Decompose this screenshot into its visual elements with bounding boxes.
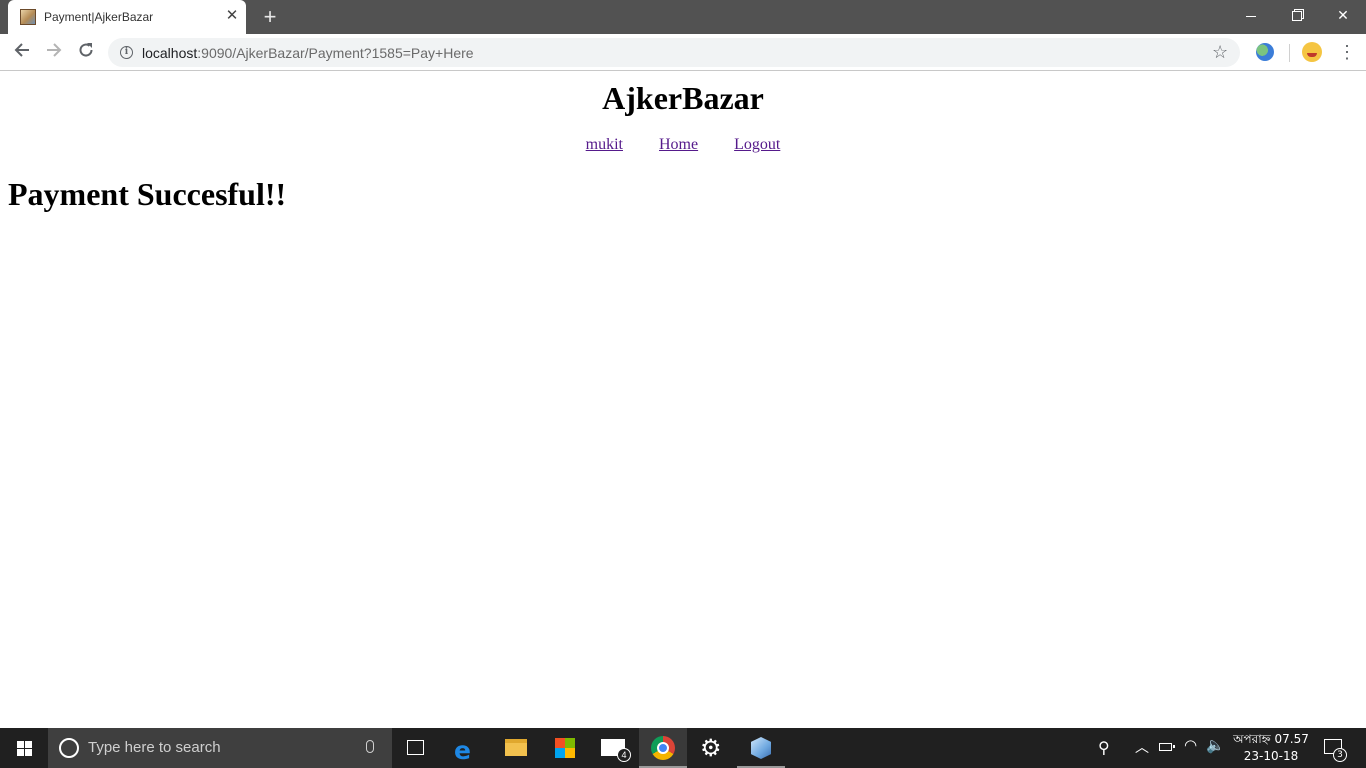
nav-link-home[interactable]: Home (659, 136, 698, 153)
tab-title: Payment|AjkerBazar (44, 10, 154, 24)
volume-icon[interactable]: 🔈 (1206, 736, 1225, 754)
address-bar[interactable]: i localhost:9090/AjkerBazar/Payment?1585… (108, 38, 1240, 67)
store-button[interactable] (541, 728, 589, 768)
cortana-icon (59, 738, 79, 758)
close-window-button[interactable]: ✕ (1320, 0, 1366, 30)
browser-tab[interactable]: Payment|AjkerBazar ✕ (8, 0, 246, 34)
start-button[interactable] (0, 728, 48, 768)
people-icon[interactable]: ⚲ (1098, 738, 1110, 757)
site-title: AjkerBazar (602, 80, 764, 116)
settings-button[interactable]: ⚙ (688, 728, 736, 768)
forward-button[interactable] (42, 40, 66, 64)
clock[interactable]: অপরাহ্ন 07.57 23-10-18 (1228, 731, 1314, 765)
forward-icon (47, 43, 62, 57)
reload-button[interactable] (74, 40, 98, 64)
edge-icon: e (454, 736, 471, 765)
minimize-icon (1246, 15, 1256, 17)
mail-button[interactable]: 4 (590, 728, 638, 768)
nav-link-user[interactable]: mukit (586, 136, 623, 153)
url-host: localhost (142, 45, 198, 61)
store-icon (555, 738, 575, 758)
task-view-button[interactable] (392, 728, 440, 768)
profile-avatar[interactable] (1302, 42, 1322, 62)
chevron-up-icon[interactable]: ︿ (1135, 737, 1149, 757)
file-explorer-button[interactable] (492, 728, 540, 768)
taskbar: Type here to search e 4 ⚙ ⚲ ︿ ◠ 🔈 অপরাহ্… (0, 728, 1366, 768)
url-path: :9090/AjkerBazar/Payment?1585=Pay+Here (197, 45, 474, 61)
page-content: AjkerBazar mukit Home Logout Payment Suc… (0, 72, 1366, 728)
battery-icon[interactable] (1159, 743, 1175, 751)
settings-icon: ⚙ (700, 734, 722, 762)
back-button[interactable] (10, 40, 34, 64)
notification-badge: 3 (1333, 748, 1347, 762)
task-view-icon (407, 740, 424, 755)
toolbar-divider (1289, 44, 1290, 62)
info-icon[interactable]: i (120, 46, 133, 59)
app-cube-icon (751, 737, 771, 759)
payment-success-message: Payment Succesful!! (8, 176, 287, 212)
browser-titlebar: Payment|AjkerBazar ✕ + ✕ (0, 0, 1366, 34)
browser-toolbar: i localhost:9090/AjkerBazar/Payment?1585… (0, 34, 1366, 71)
reload-icon (79, 43, 93, 57)
restore-icon (1292, 11, 1302, 22)
extension-globe-icon[interactable] (1256, 43, 1274, 61)
mail-badge: 4 (617, 748, 631, 762)
favicon-icon (20, 9, 36, 25)
app-cube-button[interactable] (737, 728, 785, 768)
minimize-button[interactable] (1228, 0, 1274, 30)
new-tab-button[interactable]: + (258, 5, 282, 29)
back-icon (14, 43, 29, 57)
taskbar-search[interactable]: Type here to search (48, 728, 392, 768)
edge-button[interactable]: e (443, 728, 491, 768)
search-placeholder: Type here to search (88, 739, 221, 756)
wifi-icon[interactable]: ◠ (1184, 736, 1197, 754)
restore-button[interactable] (1274, 0, 1320, 30)
clock-date: 23-10-18 (1243, 749, 1299, 763)
url-text[interactable]: localhost:9090/AjkerBazar/Payment?1585=P… (142, 45, 474, 61)
chrome-icon (651, 736, 675, 760)
file-explorer-icon (505, 739, 527, 756)
clock-time: অপরাহ্ন 07.57 (1233, 732, 1309, 746)
site-nav: mukit Home Logout (0, 136, 1366, 154)
chrome-button[interactable] (639, 728, 687, 768)
close-tab-icon[interactable]: ✕ (224, 8, 240, 24)
menu-icon[interactable]: ⋮ (1338, 41, 1356, 63)
bookmark-star-icon[interactable]: ☆ (1212, 42, 1228, 63)
nav-link-logout[interactable]: Logout (734, 136, 780, 153)
mic-icon[interactable] (366, 740, 374, 753)
